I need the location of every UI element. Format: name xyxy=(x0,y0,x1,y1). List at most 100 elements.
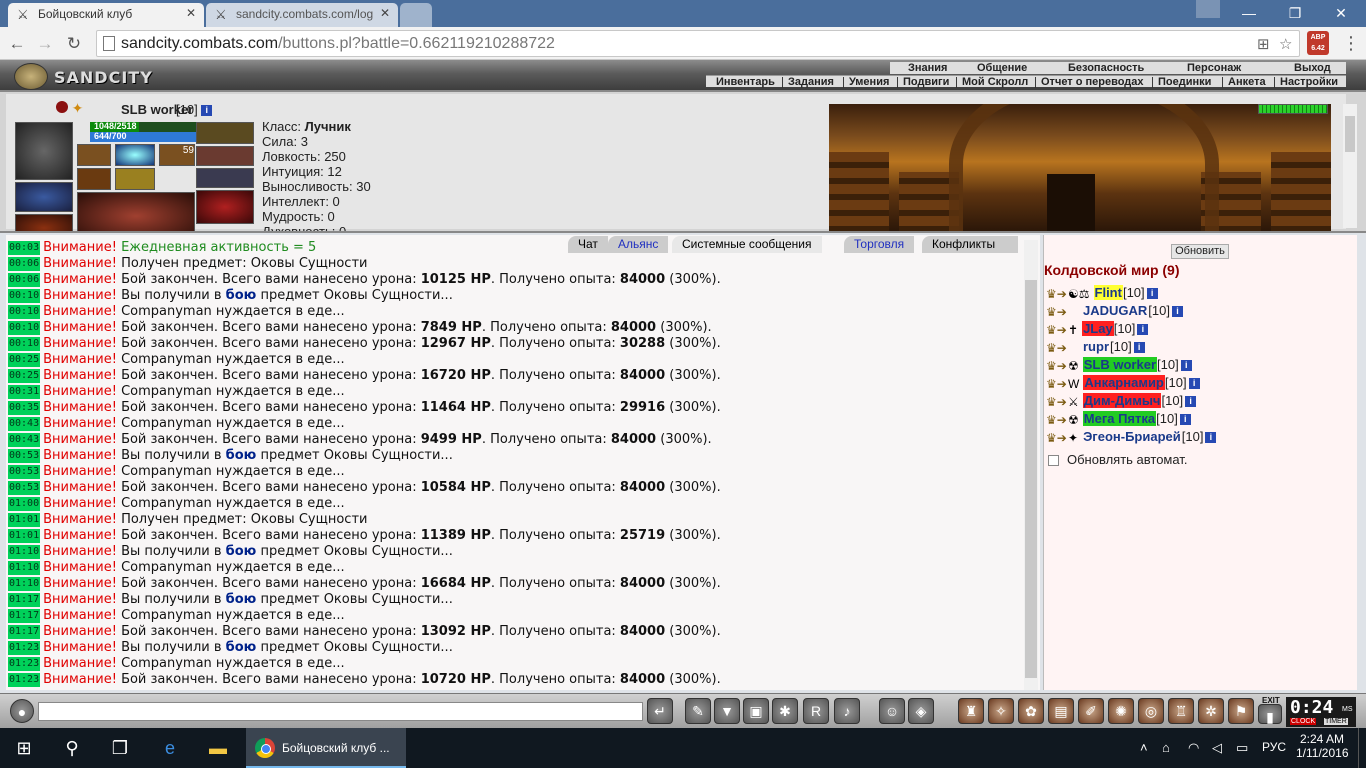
windows-start-icon[interactable]: ⊞ xyxy=(0,728,48,768)
weapon-slot[interactable] xyxy=(196,146,254,166)
target-icon[interactable]: ◎ xyxy=(1138,698,1164,724)
gloves-slot[interactable] xyxy=(15,214,73,231)
new-tab-button[interactable] xyxy=(400,3,432,27)
private-message-icon[interactable]: ♛➔ xyxy=(1046,431,1068,445)
info-icon[interactable]: i xyxy=(1179,414,1191,426)
chest-icon[interactable]: ▤ xyxy=(1048,698,1074,724)
battle-link[interactable]: бою xyxy=(226,448,257,463)
submenu-my-scroll[interactable]: Мой Скролл xyxy=(962,76,1028,88)
timestamp[interactable]: 00:03 xyxy=(8,241,41,255)
submenu-inventory[interactable]: Инвентарь xyxy=(716,76,775,88)
tray-clock[interactable]: 2:24 AM 1/11/2016 xyxy=(1296,732,1349,760)
submenu-settings[interactable]: Настройки xyxy=(1280,76,1338,88)
timestamp[interactable]: 00:31 xyxy=(8,385,41,399)
player-name[interactable]: JLay xyxy=(1082,321,1114,336)
smiley-menu-icon[interactable]: ● xyxy=(10,699,34,723)
info-icon[interactable]: i xyxy=(1185,396,1197,408)
player-name[interactable]: Анкарнамир xyxy=(1083,375,1165,390)
notifications-icon[interactable]: ▭ xyxy=(1236,740,1248,756)
back-icon[interactable]: ← xyxy=(6,33,28,55)
info-icon[interactable]: i xyxy=(1180,360,1192,372)
timestamp[interactable]: 01:17 xyxy=(8,609,41,623)
timestamp[interactable]: 00:43 xyxy=(8,417,41,431)
translate-icon[interactable]: ⊞ xyxy=(1257,35,1270,53)
menu-communication[interactable]: Общение xyxy=(977,62,1027,74)
save-icon[interactable]: ▣ xyxy=(743,698,769,724)
info-icon[interactable]: i xyxy=(1133,342,1145,354)
timestamp[interactable]: 01:00 xyxy=(8,497,41,511)
eraser-icon[interactable]: ✎ xyxy=(685,698,711,724)
door[interactable] xyxy=(1047,174,1095,231)
smiles-icon[interactable]: ☺ xyxy=(879,698,905,724)
clan-icon[interactable] xyxy=(1068,341,1078,355)
translit-icon[interactable]: R xyxy=(803,698,829,724)
info-icon[interactable]: i xyxy=(1188,378,1200,390)
wifi-icon[interactable]: ◠ xyxy=(1188,740,1199,756)
helmet-slot[interactable] xyxy=(15,122,73,180)
item-slot-count[interactable]: 59 xyxy=(159,144,195,166)
tab-conflicts[interactable]: Конфликты xyxy=(922,236,1018,253)
item-slot[interactable] xyxy=(77,144,111,166)
tab-fight-club[interactable]: ⚔ Бойцовский клуб ✕ xyxy=(8,3,204,27)
timestamp[interactable]: 01:17 xyxy=(8,625,41,639)
battle-link[interactable]: бою xyxy=(226,288,257,303)
timestamp[interactable]: 00:25 xyxy=(8,353,41,367)
wand-icon[interactable]: ✧ xyxy=(988,698,1014,724)
boots-slot[interactable] xyxy=(196,190,254,224)
url-text[interactable]: sandcity.combats.com/buttons.pl?battle=0… xyxy=(121,35,555,53)
auto-update-checkbox[interactable] xyxy=(1048,455,1059,467)
private-message-icon[interactable]: ♛➔ xyxy=(1046,359,1068,373)
show-desktop-button[interactable] xyxy=(1358,728,1366,768)
battle-link[interactable]: бою xyxy=(226,640,257,655)
bag-icon[interactable]: ✿ xyxy=(1018,698,1044,724)
info-icon[interactable]: i xyxy=(201,105,213,117)
menu-exit[interactable]: Выход xyxy=(1294,62,1331,74)
menu-character[interactable]: Персонаж xyxy=(1187,62,1241,74)
taskbar-chrome-app[interactable]: Бойцовский клуб ... xyxy=(246,728,406,768)
exit-icon[interactable]: ▮ xyxy=(1258,704,1282,725)
timestamp[interactable]: 00:53 xyxy=(8,449,41,463)
timestamp[interactable]: 01:10 xyxy=(8,545,41,559)
timestamp[interactable]: 01:10 xyxy=(8,561,41,575)
player-name[interactable]: Эгеон-Бриарей xyxy=(1082,429,1182,444)
earring-slot[interactable] xyxy=(196,122,254,144)
filter-icon[interactable]: ▼ xyxy=(714,698,740,724)
scroll-thumb[interactable] xyxy=(1025,280,1037,678)
info-icon[interactable]: i xyxy=(1171,306,1183,318)
tab-chat[interactable]: Чат xyxy=(568,236,608,253)
player-name[interactable]: Мега Пятка xyxy=(1082,411,1157,426)
edge-icon[interactable]: e xyxy=(146,728,194,768)
private-message-icon[interactable]: ♛➔ xyxy=(1046,395,1068,409)
ring-slot[interactable] xyxy=(15,182,73,212)
task-view-icon[interactable]: ❐ xyxy=(96,728,144,768)
player-name[interactable]: SLB worker xyxy=(1082,357,1158,372)
timestamp[interactable]: 01:23 xyxy=(8,673,41,687)
clock-label[interactable]: CLOCK xyxy=(1290,718,1317,725)
menu-security[interactable]: Безопасность xyxy=(1068,62,1144,74)
battle-link[interactable]: бою xyxy=(226,592,257,607)
search-icon[interactable]: ⚲ xyxy=(48,728,96,768)
info-icon[interactable]: i xyxy=(1137,324,1149,336)
language-indicator[interactable]: РУС xyxy=(1262,740,1286,754)
private-message-icon[interactable]: ♛➔ xyxy=(1046,377,1068,391)
timestamp[interactable]: 00:10 xyxy=(8,337,41,351)
submenu-skills[interactable]: Умения xyxy=(849,76,889,88)
timestamp[interactable]: 01:01 xyxy=(8,529,41,543)
clan-icon[interactable]: ⚔ xyxy=(1068,395,1079,409)
clan-icon[interactable]: ☢ xyxy=(1068,359,1079,373)
timestamp[interactable]: 00:10 xyxy=(8,321,41,335)
browser-menu-icon[interactable]: ⋮ xyxy=(1342,33,1360,54)
clan-icon[interactable]: ✝ xyxy=(1068,323,1078,337)
clan-icon[interactable]: W xyxy=(1068,377,1079,391)
tab-combat-log[interactable]: ⚔ sandcity.combats.com/log ✕ xyxy=(206,3,398,27)
clan-icon[interactable]: ✦ xyxy=(1068,431,1078,445)
submenu-tasks[interactable]: Задания xyxy=(788,76,834,88)
gear-icon[interactable]: ✲ xyxy=(1198,698,1224,724)
private-message-icon[interactable]: ♛➔ xyxy=(1046,287,1068,301)
timestamp[interactable]: 00:06 xyxy=(8,257,41,271)
file-explorer-icon[interactable]: ▬ xyxy=(194,728,242,768)
player-name[interactable]: JADUGAR xyxy=(1082,303,1148,318)
timer-label[interactable]: TIMER xyxy=(1324,718,1348,725)
auto-update-option[interactable]: Обновлять автомат. xyxy=(1048,452,1187,467)
item-slot[interactable] xyxy=(115,144,155,166)
